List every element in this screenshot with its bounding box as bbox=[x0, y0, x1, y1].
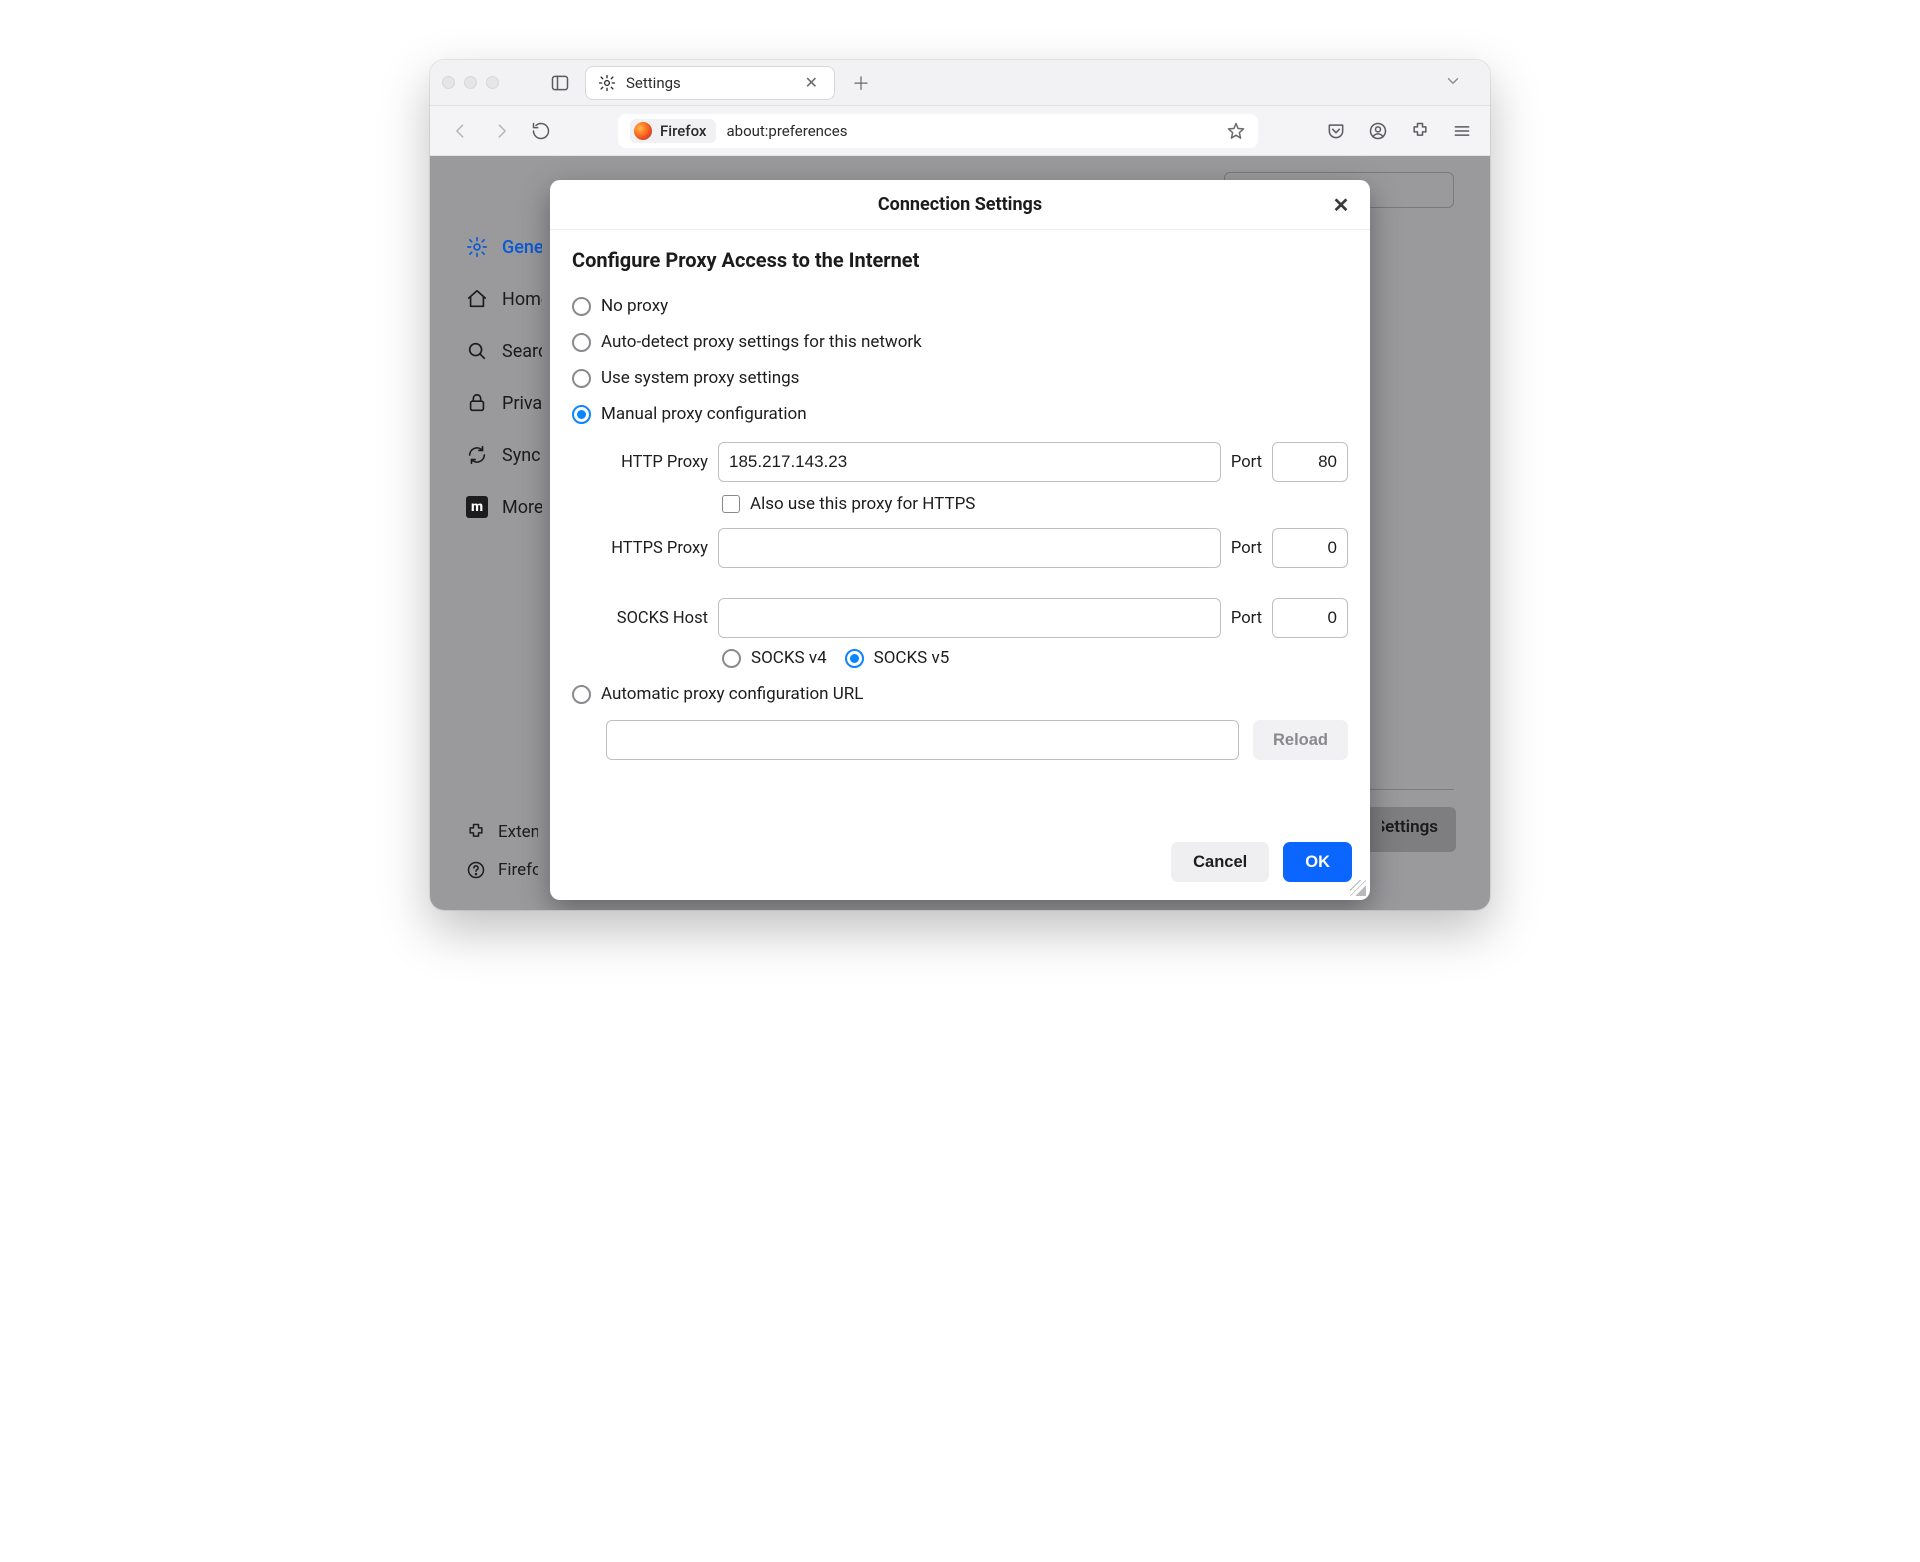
socks-host-input[interactable] bbox=[718, 598, 1221, 638]
https-proxy-input[interactable] bbox=[718, 528, 1221, 568]
account-icon[interactable] bbox=[1368, 121, 1388, 141]
close-window-icon[interactable] bbox=[442, 76, 455, 89]
tab-title: Settings bbox=[626, 74, 681, 92]
port-label: Port bbox=[1231, 609, 1262, 628]
radio-icon bbox=[572, 369, 591, 388]
http-port-input[interactable] bbox=[1272, 442, 1348, 482]
radio-socks-v4[interactable]: SOCKS v4 bbox=[722, 648, 827, 668]
https-proxy-label: HTTPS Proxy bbox=[606, 539, 708, 558]
also-https-checkbox[interactable]: Also use this proxy for HTTPS bbox=[722, 494, 1348, 514]
socks-port-input[interactable] bbox=[1272, 598, 1348, 638]
https-port-input[interactable] bbox=[1272, 528, 1348, 568]
section-title: Configure Proxy Access to the Internet bbox=[572, 248, 1348, 272]
forward-button[interactable] bbox=[488, 118, 514, 144]
http-proxy-row: HTTP Proxy Port bbox=[606, 442, 1348, 482]
radio-label: Auto-detect proxy settings for this netw… bbox=[601, 332, 922, 352]
checkbox-icon bbox=[722, 495, 740, 513]
socks-host-row: SOCKS Host Port bbox=[606, 598, 1348, 638]
radio-icon bbox=[845, 649, 864, 668]
radio-label: Automatic proxy configuration URL bbox=[601, 684, 863, 704]
tab-settings[interactable]: Settings ✕ bbox=[585, 66, 835, 100]
radio-icon bbox=[572, 297, 591, 316]
resize-grip-icon[interactable] bbox=[1350, 880, 1366, 896]
titlebar: Settings ✕ ＋ bbox=[430, 60, 1490, 106]
dialog-header: Connection Settings ✕ bbox=[550, 180, 1370, 230]
radio-manual-proxy[interactable]: Manual proxy configuration bbox=[572, 396, 1348, 432]
zoom-window-icon[interactable] bbox=[486, 76, 499, 89]
modal-overlay: Connection Settings ✕ Configure Proxy Ac… bbox=[430, 156, 1490, 910]
radio-icon bbox=[572, 333, 591, 352]
dialog-close-button[interactable]: ✕ bbox=[1326, 190, 1356, 220]
toolbar-right bbox=[1326, 121, 1472, 141]
cancel-button[interactable]: Cancel bbox=[1171, 842, 1269, 882]
browser-window: Settings ✕ ＋ Firefox about:preferences bbox=[430, 60, 1490, 910]
pocket-icon[interactable] bbox=[1326, 121, 1346, 141]
connection-settings-dialog: Connection Settings ✕ Configure Proxy Ac… bbox=[550, 180, 1370, 900]
radio-system-proxy[interactable]: Use system proxy settings bbox=[572, 360, 1348, 396]
port-label: Port bbox=[1231, 539, 1262, 558]
sidebar-toggle-icon[interactable] bbox=[547, 70, 573, 96]
new-tab-button[interactable]: ＋ bbox=[847, 69, 875, 97]
radio-label: Use system proxy settings bbox=[601, 368, 799, 388]
radio-pac-url[interactable]: Automatic proxy configuration URL bbox=[572, 676, 1348, 712]
pac-url-input[interactable] bbox=[606, 720, 1239, 760]
radio-icon bbox=[572, 405, 591, 424]
navigation-toolbar: Firefox about:preferences bbox=[430, 106, 1490, 156]
gear-icon bbox=[598, 74, 616, 92]
url-text: about:preferences bbox=[726, 122, 847, 140]
radio-label: SOCKS v4 bbox=[751, 648, 827, 668]
firefox-logo-icon bbox=[634, 122, 652, 140]
radio-label: SOCKS v5 bbox=[874, 648, 950, 668]
list-all-tabs-icon[interactable] bbox=[1428, 72, 1478, 94]
pac-url-row: Reload bbox=[606, 720, 1348, 760]
identity-box[interactable]: Firefox bbox=[630, 119, 716, 143]
http-proxy-input[interactable] bbox=[718, 442, 1221, 482]
radio-icon bbox=[572, 685, 591, 704]
socks-version-row: SOCKS v4 SOCKS v5 bbox=[722, 648, 1348, 668]
https-proxy-row: HTTPS Proxy Port bbox=[606, 528, 1348, 568]
minimize-window-icon[interactable] bbox=[464, 76, 477, 89]
checkbox-label: Also use this proxy for HTTPS bbox=[750, 494, 975, 514]
bookmark-star-icon[interactable] bbox=[1226, 121, 1246, 141]
ok-button[interactable]: OK bbox=[1283, 842, 1352, 882]
radio-socks-v5[interactable]: SOCKS v5 bbox=[845, 648, 950, 668]
radio-auto-detect[interactable]: Auto-detect proxy settings for this netw… bbox=[572, 324, 1348, 360]
extensions-icon[interactable] bbox=[1410, 121, 1430, 141]
dialog-title: Connection Settings bbox=[878, 194, 1042, 215]
radio-label: No proxy bbox=[601, 296, 668, 316]
url-bar[interactable]: Firefox about:preferences bbox=[618, 114, 1258, 148]
app-menu-icon[interactable] bbox=[1452, 121, 1472, 141]
dialog-body: Configure Proxy Access to the Internet N… bbox=[550, 230, 1370, 828]
port-label: Port bbox=[1231, 453, 1262, 472]
reload-button[interactable] bbox=[528, 118, 554, 144]
radio-label: Manual proxy configuration bbox=[601, 404, 807, 424]
socks-host-label: SOCKS Host bbox=[606, 609, 708, 628]
reload-pac-button[interactable]: Reload bbox=[1253, 720, 1348, 760]
http-proxy-label: HTTP Proxy bbox=[606, 453, 708, 472]
dialog-footer: Cancel OK bbox=[550, 828, 1370, 900]
back-button[interactable] bbox=[448, 118, 474, 144]
tab-close-icon[interactable]: ✕ bbox=[801, 71, 822, 94]
radio-no-proxy[interactable]: No proxy bbox=[572, 288, 1348, 324]
identity-label: Firefox bbox=[660, 122, 706, 140]
window-controls bbox=[442, 76, 499, 89]
radio-icon bbox=[722, 649, 741, 668]
